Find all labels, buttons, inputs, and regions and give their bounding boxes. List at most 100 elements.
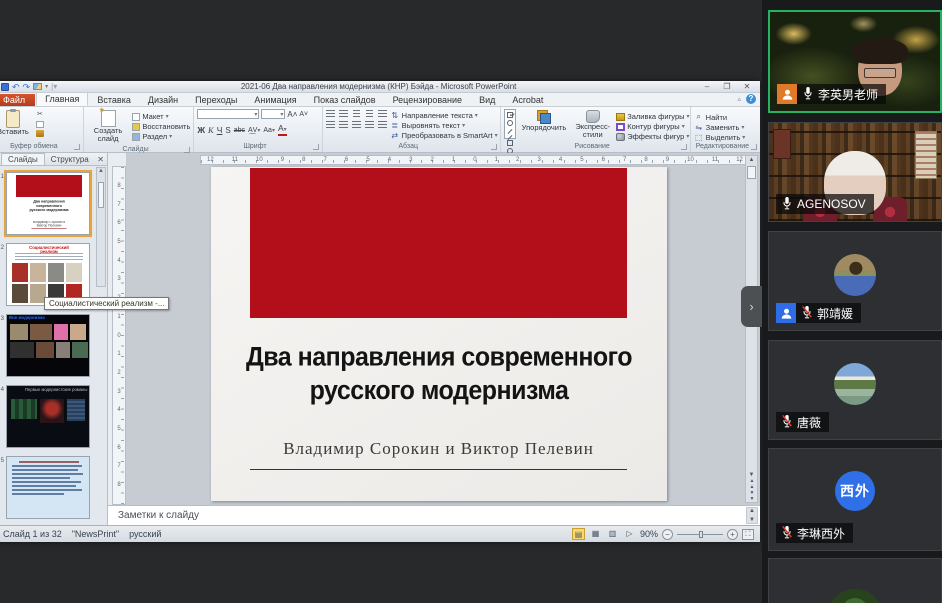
tab-дизайн[interactable]: Дизайн — [140, 94, 186, 106]
reading-view-button[interactable]: ▥ — [606, 528, 619, 540]
shape-icon[interactable] — [507, 112, 513, 118]
zoom-out-button[interactable]: − — [662, 529, 673, 540]
participant-tile-3[interactable]: 郭靖媛 — [768, 231, 942, 331]
italic-button[interactable]: К — [208, 125, 214, 135]
arrange-button[interactable]: Упорядочить — [519, 109, 570, 133]
new-slide-button[interactable]: Создать слайд — [87, 109, 130, 145]
tab-переходы[interactable]: Переходы — [187, 94, 245, 106]
tab-вид[interactable]: Вид — [471, 94, 503, 106]
shape-icon[interactable] — [507, 120, 513, 126]
align-left-icon[interactable] — [326, 121, 335, 129]
video-panel-toggle[interactable]: › — [741, 286, 762, 327]
bullets-icon[interactable] — [326, 110, 335, 118]
slide-sorter-button[interactable]: ▦ — [589, 528, 602, 540]
quick-access-toolbar[interactable]: ↶ ↷ ▾ |▾ — [1, 82, 57, 91]
bold-button[interactable]: Ж — [197, 125, 205, 135]
notes-scrollbar[interactable]: ▲▼ — [746, 507, 758, 524]
undo-icon[interactable]: ↶ — [12, 83, 20, 91]
canvas-scrollbar[interactable]: ▲ ▼ ▲▲ ▼▼ — [745, 155, 758, 503]
participant-tile-1[interactable]: 李英男老师 — [768, 10, 942, 113]
tab-анимация[interactable]: Анимация — [246, 94, 304, 106]
paste-button[interactable]: Вставить — [0, 109, 32, 137]
tab-acrobat[interactable]: Acrobat — [504, 94, 551, 106]
zoom-in-button[interactable]: + — [727, 529, 738, 540]
tab-рецензирование[interactable]: Рецензирование — [385, 94, 471, 106]
slide-thumbnail-5[interactable]: 5 — [0, 456, 95, 519]
align-center-icon[interactable] — [339, 121, 348, 129]
zoom-slider[interactable] — [677, 534, 723, 535]
line-spacing-icon[interactable] — [378, 110, 387, 118]
quick-styles-button[interactable]: Экспресс-стили — [572, 109, 613, 141]
grow-font-icon[interactable]: A˄ — [287, 110, 297, 119]
next-slide-button[interactable]: ▼▼ — [746, 490, 757, 502]
scroll-up-icon[interactable]: ▲ — [746, 156, 757, 165]
help-icon[interactable]: ? — [746, 94, 756, 104]
minimize-button[interactable]: – — [700, 82, 714, 91]
normal-view-button[interactable]: ▤ — [572, 528, 585, 540]
participant-tile-4[interactable]: 唐薇 — [768, 340, 942, 440]
restore-button[interactable]: ❐ — [720, 82, 734, 91]
participant-tile-6[interactable] — [768, 558, 942, 603]
slide-title-text[interactable]: Два направления современного русского мо… — [229, 341, 649, 407]
slideshow-button[interactable]: ▷ — [623, 528, 636, 540]
numbering-icon[interactable] — [339, 110, 348, 118]
section-button[interactable]: Раздел▾ — [132, 132, 190, 141]
tab-file[interactable]: Файл — [0, 94, 35, 106]
tab-показ-слайдов[interactable]: Показ слайдов — [306, 94, 384, 106]
slide-thumbnail-1[interactable]: 1 Два направления современного русского … — [0, 172, 95, 235]
shrink-font-icon[interactable]: A˅ — [299, 111, 308, 118]
cut-icon[interactable]: ✂ — [35, 111, 45, 119]
replace-button[interactable]: ⇋Заменить▾ — [694, 123, 746, 132]
slide-thumbnail-3[interactable]: 3 Вне модернизма — [0, 314, 95, 377]
panel-close-icon[interactable]: ✕ — [97, 155, 104, 164]
shadow-button[interactable]: S — [225, 126, 230, 135]
participant-tile-2[interactable]: AGENOSOV — [768, 122, 942, 222]
shapes-gallery[interactable]: ⇨⇨ — [504, 109, 516, 139]
zoom-slider-thumb[interactable] — [699, 531, 703, 538]
justify-icon[interactable] — [365, 121, 374, 129]
align-right-icon[interactable] — [352, 121, 361, 129]
format-painter-icon[interactable] — [36, 130, 44, 137]
select-button[interactable]: ⬚Выделить▾ — [694, 133, 746, 142]
redo-icon[interactable]: ↷ — [23, 83, 31, 91]
close-button[interactable]: ✕ — [740, 82, 754, 91]
picture-tool-icon[interactable] — [33, 83, 42, 90]
font-name-select[interactable] — [197, 109, 259, 119]
find-button[interactable]: ⌕Найти — [694, 112, 746, 122]
language-indicator[interactable]: русский — [129, 529, 161, 539]
shape-effects-button[interactable]: Эффекты фигур▾ — [616, 132, 689, 141]
tab-slides[interactable]: Слайды — [1, 153, 45, 165]
tab-главная[interactable]: Главная — [36, 92, 88, 106]
fit-to-window-button[interactable]: ⛶ — [742, 529, 754, 540]
scroll-thumb[interactable] — [747, 166, 756, 179]
change-case-icon[interactable]: Aa▾ — [263, 127, 275, 134]
slide-editor[interactable]: Два направления современного русского мо… — [211, 167, 667, 501]
thumbnails-scrollbar[interactable]: ▲ — [96, 167, 106, 287]
notes-pane[interactable]: Заметки к слайду ▲▼ — [108, 505, 760, 525]
columns-icon[interactable] — [378, 121, 387, 129]
tab-outline[interactable]: Структура — [45, 154, 95, 165]
strikethrough-button[interactable]: abc — [234, 127, 245, 134]
slide-canvas[interactable]: 1211109876543210123456789101112 Два напр… — [126, 153, 760, 505]
copy-icon[interactable] — [36, 121, 44, 128]
layout-button[interactable]: Макет▾ — [132, 112, 190, 121]
previous-slide-button[interactable]: ▲▲ — [746, 478, 757, 490]
char-spacing-icon[interactable]: A͟V▾ — [248, 127, 260, 134]
increase-indent-icon[interactable] — [366, 110, 373, 118]
save-icon[interactable] — [1, 83, 9, 91]
tab-вставка[interactable]: Вставка — [89, 94, 138, 106]
text-direction-button[interactable]: ⇅Направление текста▾ — [390, 111, 498, 120]
slide-red-rectangle[interactable] — [250, 168, 627, 318]
decrease-indent-icon[interactable] — [353, 110, 360, 118]
align-text-button[interactable]: ≣Выровнять текст▾ — [390, 121, 498, 130]
participant-tile-5[interactable]: 西外李琳西外 — [768, 448, 942, 551]
shape-fill-button[interactable]: Заливка фигуры▾ — [616, 112, 689, 121]
font-color-icon[interactable]: A▾ — [278, 124, 287, 136]
shape-icon[interactable] — [507, 129, 512, 134]
ribbon-collapse-icon[interactable]: ▵ — [737, 95, 741, 103]
font-size-select[interactable] — [261, 109, 285, 119]
reset-button[interactable]: Восстановить — [132, 122, 190, 131]
shape-outline-button[interactable]: Контур фигуры▾ — [616, 122, 689, 131]
scroll-up-icon[interactable]: ▲ — [98, 168, 104, 174]
qat-dropdown-icon[interactable]: ▾ — [45, 83, 48, 90]
